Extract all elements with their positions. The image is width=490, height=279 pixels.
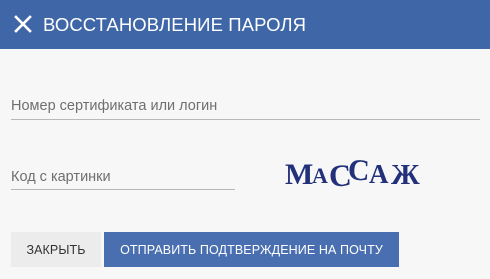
- close-button[interactable]: ЗАКРЫТЬ: [11, 232, 101, 267]
- captcha-input[interactable]: [11, 164, 235, 189]
- captcha-char: С: [347, 153, 370, 187]
- captcha-image: М А С С А Ж: [285, 150, 435, 196]
- captcha-char: Ж: [391, 159, 420, 191]
- password-recovery-dialog: ВОССТАНОВЛЕНИЕ ПАРОЛЯ М А С С А Ж ЗАКРЫТ…: [0, 0, 490, 279]
- captcha-field[interactable]: [11, 164, 235, 190]
- login-field[interactable]: [11, 93, 480, 120]
- captcha-char: М: [285, 158, 313, 191]
- send-confirmation-button[interactable]: ОТПРАВИТЬ ПОДТВЕРЖДЕНИЕ НА ПОЧТУ: [104, 232, 399, 267]
- dialog-title: ВОССТАНОВЛЕНИЕ ПАРОЛЯ: [43, 14, 307, 35]
- close-icon[interactable]: [12, 13, 34, 35]
- dialog-header: ВОССТАНОВЛЕНИЕ ПАРОЛЯ: [0, 0, 490, 49]
- captcha-char: А: [312, 163, 328, 188]
- captcha-char: А: [369, 159, 389, 189]
- login-input[interactable]: [11, 93, 480, 119]
